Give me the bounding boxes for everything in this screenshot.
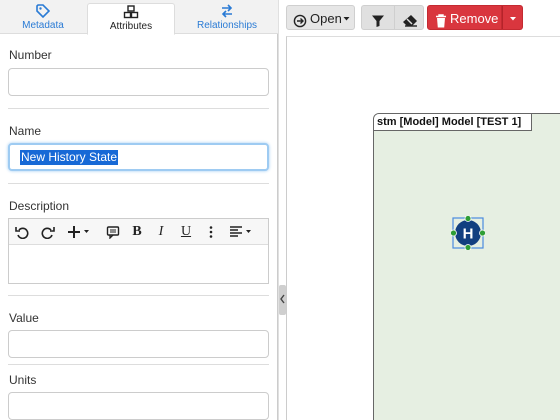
tab-attributes[interactable]: Attributes	[87, 3, 175, 35]
comment-icon[interactable]	[104, 223, 122, 241]
divider	[8, 364, 269, 365]
tab-attributes-label: Attributes	[109, 21, 153, 32]
resize-handle[interactable]	[464, 215, 472, 222]
resize-handle[interactable]	[464, 244, 472, 251]
name-value-selected: New History State	[20, 150, 119, 165]
open-button[interactable]: Open	[286, 5, 355, 30]
units-label: Units	[9, 373, 37, 387]
remove-button-label: Remove	[450, 11, 499, 26]
collapse-panel-handle[interactable]	[279, 285, 286, 315]
remove-button[interactable]: Remove	[427, 5, 502, 30]
insert-plus-icon[interactable]	[66, 223, 92, 241]
panel-tabs: Metadata Attributes Relationships	[0, 0, 278, 35]
number-label: Number	[9, 48, 52, 62]
chevron-left-icon	[279, 293, 286, 308]
undo-icon[interactable]	[14, 223, 30, 241]
description-label: Description	[9, 199, 70, 213]
tag-icon	[0, 4, 86, 20]
state-machine-frame[interactable]: stm [Model] Model [TEST 1] H	[373, 113, 560, 420]
divider	[8, 183, 269, 184]
resize-handle[interactable]	[479, 229, 486, 237]
bold-icon[interactable]: B	[130, 223, 144, 241]
caret-down-icon	[343, 6, 350, 39]
divider	[8, 295, 269, 296]
align-left-icon[interactable]	[228, 223, 254, 241]
description-editor[interactable]: B I U	[8, 218, 269, 284]
exchange-icon	[176, 4, 278, 20]
remove-dropdown-button[interactable]	[502, 5, 523, 30]
tab-metadata-label: Metadata	[22, 20, 64, 31]
properties-panel: Metadata Attributes Relationships Number…	[0, 0, 278, 420]
frame-label: stm [Model] Model [TEST 1]	[374, 114, 533, 131]
history-state-node[interactable]: H	[450, 215, 486, 251]
name-label: Name	[9, 124, 42, 138]
more-vertical-icon[interactable]	[206, 223, 216, 241]
description-text-area[interactable]	[9, 246, 268, 283]
filter-button[interactable]	[361, 5, 394, 30]
diagram-canvas[interactable]: stm [Model] Model [TEST 1] H	[286, 36, 560, 420]
trash-icon	[435, 11, 447, 36]
resize-handle[interactable]	[450, 229, 457, 237]
tab-relationships-label: Relationships	[196, 20, 258, 31]
open-button-label: Open	[310, 11, 342, 26]
name-field[interactable]: New History State	[8, 143, 269, 171]
number-field[interactable]	[8, 68, 269, 96]
redo-icon[interactable]	[40, 223, 56, 241]
underline-icon[interactable]: U	[179, 223, 193, 241]
units-field[interactable]	[8, 392, 269, 420]
value-field[interactable]	[8, 330, 269, 358]
arrow-circle-right-icon	[293, 11, 307, 36]
value-label: Value	[9, 311, 39, 325]
tab-relationships[interactable]: Relationships	[176, 3, 278, 34]
italic-icon[interactable]: I	[155, 223, 167, 241]
diagram-panel: Open Remove stm [Model] Model [TEST 1] H	[286, 0, 560, 420]
history-state-letter: H	[463, 226, 474, 243]
filter-icon	[371, 11, 385, 36]
caret-down-icon	[509, 6, 517, 39]
panel-splitter[interactable]	[278, 0, 286, 420]
cubes-icon	[88, 5, 174, 21]
tab-metadata[interactable]: Metadata	[0, 3, 86, 34]
eraser-icon	[402, 11, 418, 36]
editor-toolbar: B I U	[9, 219, 268, 245]
divider	[8, 108, 269, 109]
eraser-button[interactable]	[394, 5, 424, 30]
